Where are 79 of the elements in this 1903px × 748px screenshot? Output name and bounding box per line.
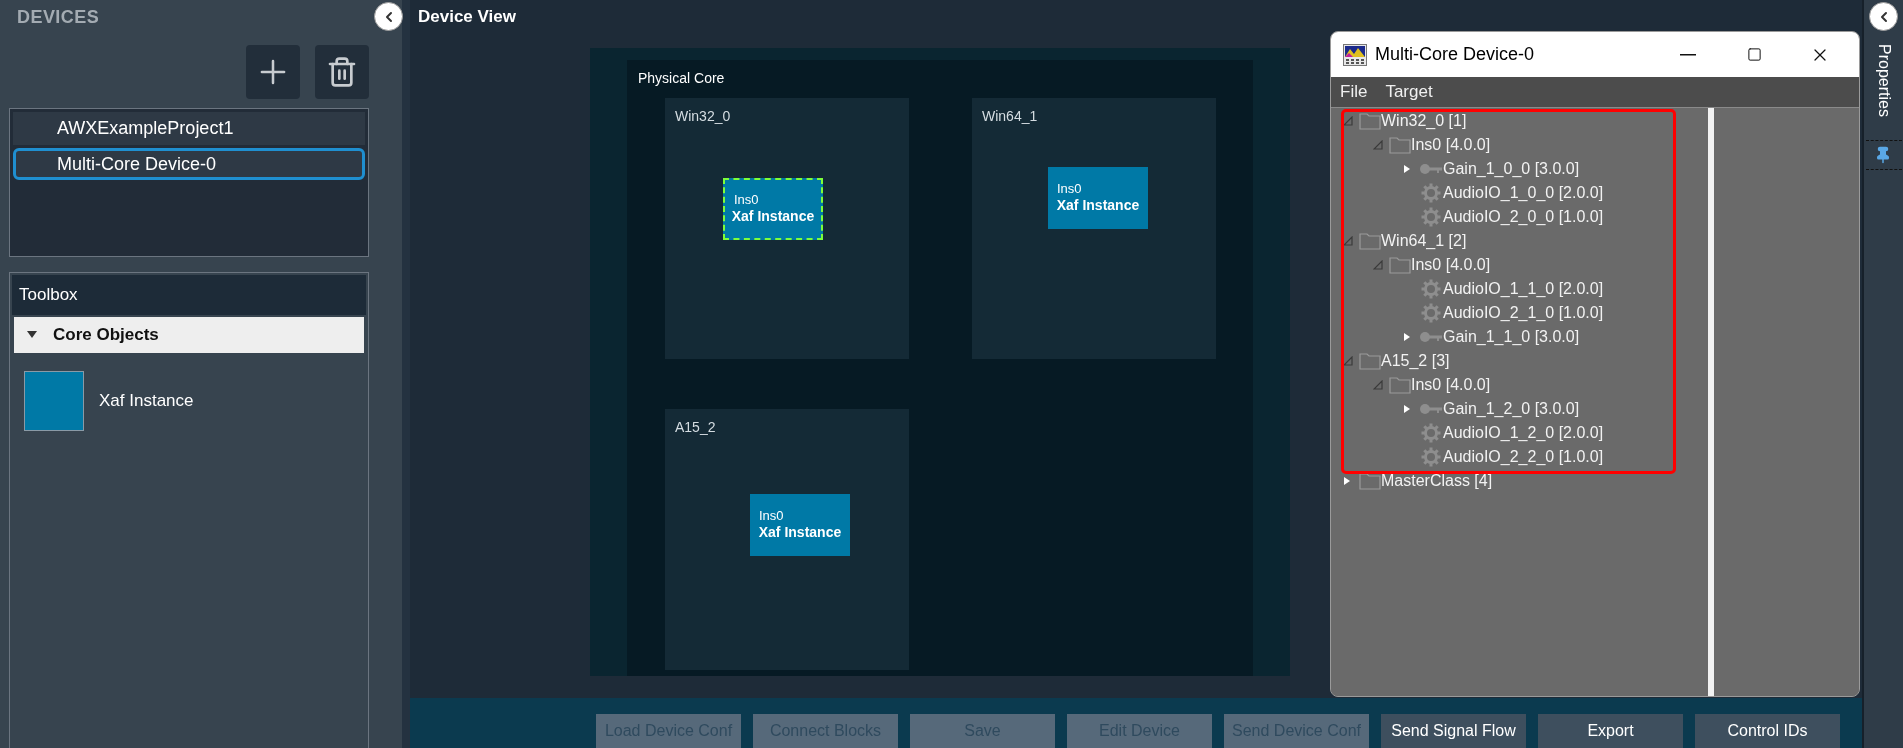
instance-label: Xaf Instance bbox=[1056, 197, 1140, 215]
instance-block[interactable]: Ins0 Xaf Instance bbox=[723, 178, 823, 240]
collapsed-arrow-icon[interactable] bbox=[1403, 164, 1411, 174]
instance-block[interactable]: Ins0 Xaf Instance bbox=[750, 494, 850, 556]
gear-icon bbox=[1421, 447, 1441, 467]
tree-item[interactable]: AudioIO_2_2_0 [1.0.0] bbox=[1443, 449, 1604, 465]
collapse-button[interactable] bbox=[1869, 2, 1898, 31]
collapsed-arrow-icon[interactable] bbox=[1403, 332, 1411, 342]
panel-title: DEVICES bbox=[17, 6, 100, 29]
folder-icon bbox=[1389, 376, 1411, 394]
maximize-icon bbox=[1746, 47, 1762, 62]
key-icon bbox=[1419, 331, 1443, 343]
trash-icon bbox=[326, 56, 358, 88]
app-icon bbox=[1343, 43, 1367, 66]
folder-icon bbox=[1389, 136, 1411, 154]
tree-item[interactable]: Ins0 [4.0.0] bbox=[1411, 137, 1491, 153]
tree-item[interactable]: Win32_0 [1] bbox=[1381, 113, 1467, 129]
device-item[interactable]: AWXExampleProject1 bbox=[13, 112, 365, 145]
tree-item[interactable]: AudioIO_1_2_0 [2.0.0] bbox=[1443, 425, 1604, 441]
properties-tab[interactable]: Properties bbox=[1872, 44, 1896, 117]
collapse-button[interactable] bbox=[374, 2, 403, 31]
folder-icon bbox=[1359, 112, 1381, 130]
tree-item[interactable]: Gain_1_2_0 [3.0.0] bbox=[1443, 401, 1580, 417]
folder-icon bbox=[1359, 472, 1381, 490]
gear-icon bbox=[1421, 207, 1441, 227]
key-icon bbox=[1419, 163, 1443, 175]
pin-icon[interactable] bbox=[1874, 146, 1892, 164]
gear-icon bbox=[1421, 303, 1441, 323]
instance-id: Ins0 bbox=[759, 508, 784, 525]
toolbox-item[interactable]: Xaf Instance bbox=[99, 388, 194, 414]
expanded-arrow-icon[interactable] bbox=[1373, 380, 1383, 390]
physical-core-label: Physical Core bbox=[638, 69, 726, 88]
view-title: Device View bbox=[417, 6, 517, 28]
tree-item[interactable]: A15_2 [3] bbox=[1381, 353, 1450, 369]
expanded-arrow-icon[interactable] bbox=[1343, 236, 1353, 246]
tree-item[interactable]: Win64_1 [2] bbox=[1381, 233, 1467, 249]
expanded-arrow-icon[interactable] bbox=[1343, 116, 1353, 126]
action-button[interactable]: Export bbox=[1538, 714, 1683, 748]
gear-icon bbox=[1421, 423, 1441, 443]
instance-id: Ins0 bbox=[1057, 181, 1082, 198]
action-button[interactable]: Send Signal Flow bbox=[1381, 714, 1526, 748]
tree-item[interactable]: Gain_1_0_0 [3.0.0] bbox=[1443, 161, 1580, 177]
expanded-arrow-icon[interactable] bbox=[1343, 356, 1353, 366]
expanded-arrow-icon[interactable] bbox=[1373, 140, 1383, 150]
menu-item[interactable]: Target bbox=[1385, 79, 1433, 105]
window-title: Multi-Core Device-0 bbox=[1375, 43, 1535, 66]
menu-item[interactable]: File bbox=[1340, 79, 1368, 105]
expanded-arrow-icon[interactable] bbox=[1373, 260, 1383, 270]
tree-item[interactable]: MasterClass [4] bbox=[1381, 473, 1493, 489]
core-label: Win32_0 bbox=[675, 107, 732, 126]
folder-icon bbox=[1389, 256, 1411, 274]
tree-item[interactable]: AudioIO_2_1_0 [1.0.0] bbox=[1443, 305, 1604, 321]
tree-item[interactable]: AudioIO_1_0_0 [2.0.0] bbox=[1443, 185, 1604, 201]
instance-label: Xaf Instance bbox=[758, 524, 842, 542]
toolbox-header: Toolbox bbox=[12, 275, 366, 315]
tree-item[interactable]: Ins0 [4.0.0] bbox=[1411, 257, 1491, 273]
instance-id: Ins0 bbox=[734, 192, 759, 209]
core-label: Win64_1 bbox=[982, 107, 1039, 126]
instance-block[interactable]: Ins0 Xaf Instance bbox=[1048, 167, 1148, 229]
delete-button[interactable] bbox=[315, 45, 369, 99]
add-button[interactable] bbox=[246, 45, 300, 99]
folder-icon bbox=[1359, 232, 1381, 250]
collapsed-arrow-icon[interactable] bbox=[1403, 404, 1411, 414]
core-label: A15_2 bbox=[675, 418, 717, 437]
key-icon bbox=[1419, 403, 1443, 415]
instance-label: Xaf Instance bbox=[731, 208, 815, 226]
tree-item[interactable]: AudioIO_1_1_0 [2.0.0] bbox=[1443, 281, 1604, 297]
action-button[interactable]: Control IDs bbox=[1695, 714, 1840, 748]
gear-icon bbox=[1421, 279, 1441, 299]
instance-swatch[interactable] bbox=[24, 371, 84, 431]
tree-item[interactable]: Ins0 [4.0.0] bbox=[1411, 377, 1491, 393]
category-header[interactable]: Core Objects bbox=[14, 317, 364, 353]
gear-icon bbox=[1421, 183, 1441, 203]
tree-item[interactable]: Gain_1_1_0 [3.0.0] bbox=[1443, 329, 1580, 345]
device-item[interactable]: Multi-Core Device-0 bbox=[13, 148, 365, 180]
collapsed-arrow-icon[interactable] bbox=[1343, 476, 1351, 486]
minimize-icon bbox=[1680, 53, 1696, 56]
folder-icon bbox=[1359, 352, 1381, 370]
tree-item[interactable]: AudioIO_2_0_0 [1.0.0] bbox=[1443, 209, 1604, 225]
